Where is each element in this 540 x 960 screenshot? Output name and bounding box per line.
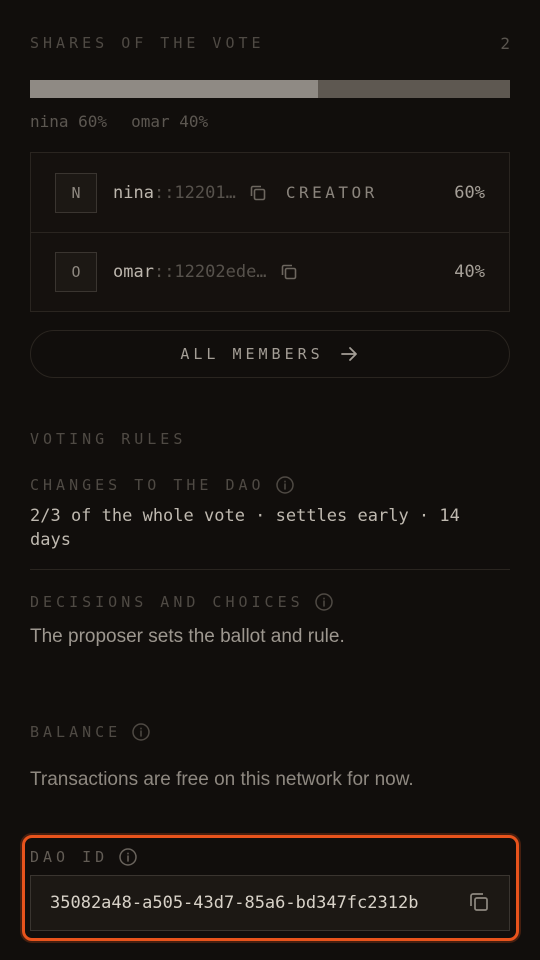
dao-detail-page: SHARES OF THE VOTE 2 nina 60% omar 40% N… [0,0,540,960]
balance-label-text: BALANCE [30,723,122,741]
info-icon[interactable] [275,475,295,495]
copy-icon[interactable] [248,183,268,203]
changes-value: 2/3 of the whole vote · settles early · … [30,506,460,550]
shares-title: SHARES OF THE VOTE [30,34,265,52]
share-segment-nina [30,80,318,98]
member-row-nina: N nina::12201… CREATOR 60% [31,153,509,232]
decisions-label-text: DECISIONS AND CHOICES [30,593,304,611]
copy-icon[interactable] [467,890,491,914]
info-icon[interactable] [131,722,151,742]
info-icon[interactable] [118,847,138,867]
dao-id-label-text: DAO ID [30,848,109,866]
voting-rules-title: VOTING RULES [30,430,187,448]
all-members-label: ALL MEMBERS [180,345,324,363]
member-percent: 60% [454,182,485,203]
divider [30,569,510,570]
member-row-omar: O omar::12202ede… 40% [31,232,509,311]
balance-label: BALANCE [30,722,151,742]
avatar: N [55,172,97,213]
balance-value: Transactions are free on this network fo… [30,769,414,790]
decisions-label: DECISIONS AND CHOICES [30,592,334,612]
info-icon[interactable] [314,592,334,612]
member-name: omar [113,262,154,282]
changes-label-text: CHANGES TO THE DAO [30,476,265,494]
share-legend: nina 60% omar 40% [30,112,208,131]
member-percent: 40% [454,262,485,282]
dao-id-label: DAO ID [30,847,138,867]
member-address: ::12201… [153,182,236,203]
dao-id-value: 35082a48-a505-43d7-85a6-bd347fc2312b [50,893,419,913]
arrow-right-icon [338,343,360,365]
legend-item-omar: omar 40% [131,112,209,131]
member-name: nina [113,182,154,203]
shares-count: 2 [500,34,510,53]
decisions-value: The proposer sets the ballot and rule. [30,626,345,647]
member-address: ::12202ede… [153,262,267,282]
share-segment-omar [318,80,510,98]
creator-badge: CREATOR [285,183,378,202]
changes-label: CHANGES TO THE DAO [30,475,295,495]
dao-id-field[interactable]: 35082a48-a505-43d7-85a6-bd347fc2312b [30,875,510,931]
avatar: O [55,252,97,292]
copy-icon[interactable] [279,262,299,282]
share-bar [30,80,510,98]
all-members-button[interactable]: ALL MEMBERS [30,330,510,378]
legend-item-nina: nina 60% [30,112,108,131]
members-list: N nina::12201… CREATOR 60% O omar::12202… [30,152,510,312]
